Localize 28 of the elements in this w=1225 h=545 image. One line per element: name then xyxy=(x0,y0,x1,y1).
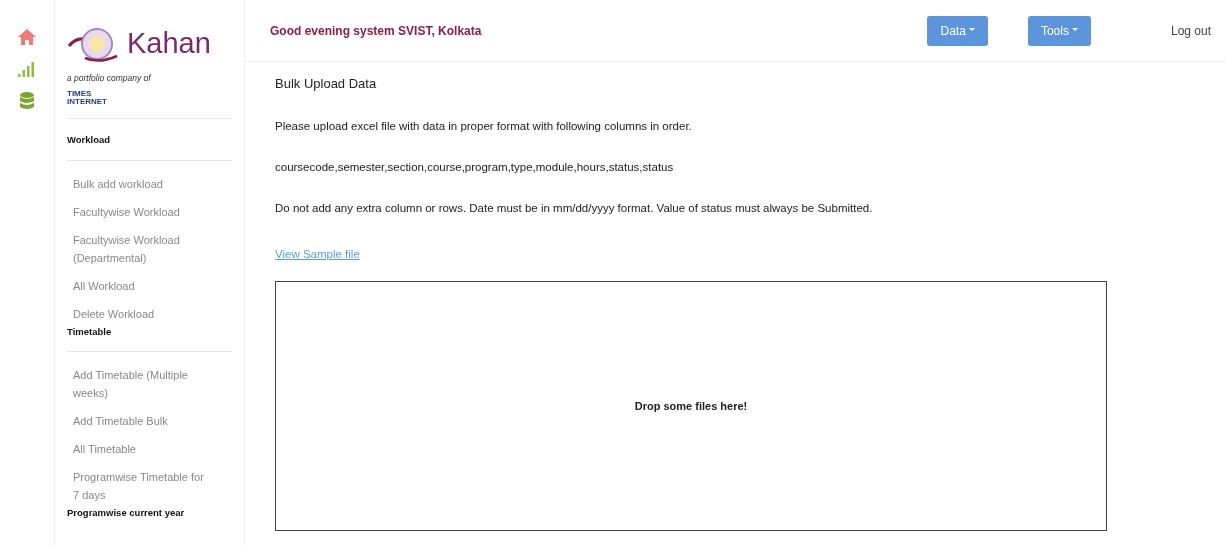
instruction-text: Do not add any extra column or rows. Date must be in mm/dd/yyyy format. Value of status must always be Submitted. xyxy=(275,201,874,216)
sidebar-item[interactable]: Facultywise Workload (Departmental) xyxy=(67,230,217,267)
instruction-text: coursecode,semester,section,course,program,type,module,hours,status,status xyxy=(275,159,675,175)
page-title: Bulk Upload Data xyxy=(275,75,378,93)
signal-icon[interactable] xyxy=(17,60,37,78)
menu-button[interactable]: Data xyxy=(927,15,988,46)
tagline: a portfolio company of xyxy=(67,71,153,85)
sidebar-item[interactable]: Delete Workload xyxy=(67,304,217,323)
section-heading: Workload xyxy=(67,133,112,148)
file-drop-zone[interactable]: Drop some files here! xyxy=(275,281,1107,532)
section-heading: Programwise current year xyxy=(67,505,186,520)
greeting: Good evening system SVIST, Kolkata xyxy=(270,22,482,40)
sidebar-item[interactable]: Add Timetable Bulk xyxy=(67,411,217,430)
parent-company-logo: TIMES INTERNET xyxy=(67,90,108,107)
sidebar-item[interactable]: All Workload xyxy=(67,276,217,295)
database-icon[interactable] xyxy=(19,92,35,112)
sidebar-item[interactable]: All Timetable xyxy=(67,439,217,458)
sidebar-item[interactable]: Add Timetable (Multiple weeks) xyxy=(67,365,217,402)
sidebar-item[interactable]: Facultywise Workload xyxy=(67,202,217,221)
sidebar-item[interactable]: Programwise Timetable for 7 days xyxy=(67,467,217,504)
sidebar-item[interactable]: Bulk add workload xyxy=(67,174,217,193)
logout-link[interactable]: Log out xyxy=(1170,21,1211,40)
brand-name: Kahan xyxy=(127,26,211,61)
sample-file-link[interactable]: View Sample file xyxy=(275,248,360,261)
instruction-text: Please upload excel file with data in proper format with following columns in order. xyxy=(275,118,693,134)
section-heading: Timetable xyxy=(67,324,113,339)
menu-button[interactable]: Tools xyxy=(1027,15,1091,46)
home-icon[interactable] xyxy=(17,28,37,46)
